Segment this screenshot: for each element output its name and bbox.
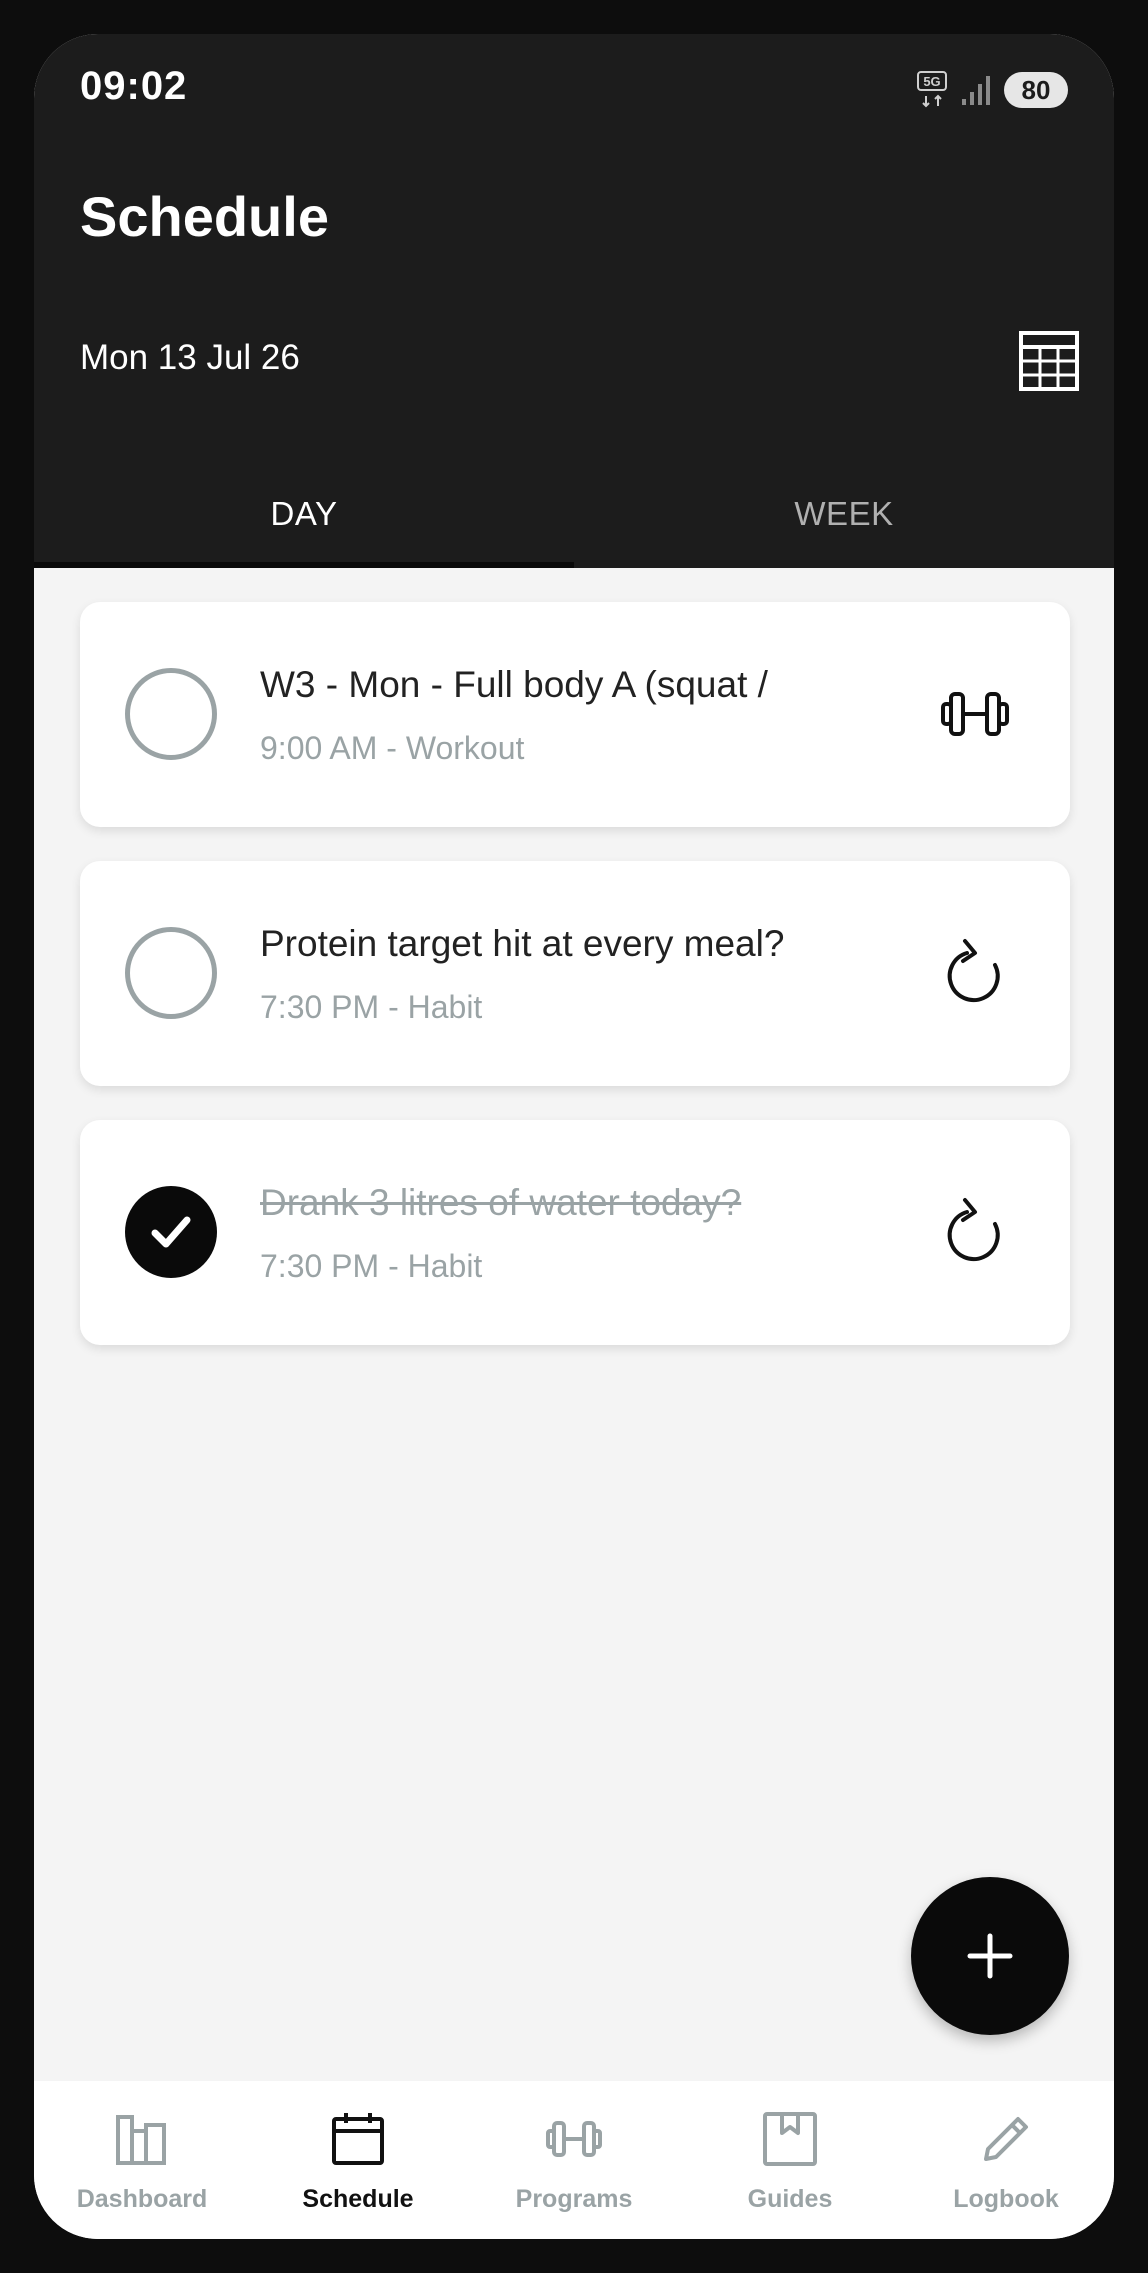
tab-day[interactable]: DAY bbox=[34, 464, 574, 564]
active-tab-indicator bbox=[34, 562, 574, 568]
dumbbell-icon bbox=[941, 692, 1009, 736]
task-checkbox[interactable] bbox=[125, 668, 217, 760]
task-title: W3 - Mon - Full body A (squat / bbox=[260, 664, 768, 705]
task-title: Drank 3 litres of water today? bbox=[260, 1182, 742, 1223]
nav-label: Dashboard bbox=[76, 2185, 208, 2213]
network-5g-icon: 5G bbox=[917, 71, 947, 108]
pencil-icon bbox=[984, 2117, 1028, 2161]
repeat-icon bbox=[947, 939, 1000, 1003]
nav-item-guides[interactable]: Guides bbox=[682, 2081, 898, 2239]
nav-item-programs[interactable]: Programs bbox=[466, 2081, 682, 2239]
battery-indicator: 80 bbox=[1004, 72, 1068, 108]
nav-item-logbook[interactable]: Logbook bbox=[898, 2081, 1114, 2239]
network-label: 5G bbox=[923, 74, 940, 89]
task-card[interactable]: W3 - Mon - Full body A (squat / 9:00 AM … bbox=[80, 602, 1070, 827]
status-time: 09:02 bbox=[80, 64, 188, 108]
dashboard-icon bbox=[116, 2115, 166, 2165]
bottom-navigation: Dashboard Schedule Programs Guides Logbo… bbox=[34, 2081, 1114, 2239]
repeat-icon bbox=[947, 1198, 1000, 1262]
dumbbell-icon bbox=[546, 2121, 602, 2157]
task-subtitle: 7:30 PM - Habit bbox=[260, 989, 483, 1025]
task-checkbox-checked[interactable] bbox=[125, 1186, 217, 1278]
guides-icon bbox=[763, 2112, 817, 2166]
checkmark-icon bbox=[151, 1216, 191, 1248]
signal-icon bbox=[962, 76, 990, 105]
nav-label: Schedule bbox=[302, 2185, 414, 2213]
status-indicators: 5G 80 bbox=[916, 70, 1068, 110]
nav-label: Logbook bbox=[953, 2185, 1059, 2213]
nav-label: Programs bbox=[515, 2185, 633, 2213]
nav-item-schedule[interactable]: Schedule bbox=[250, 2081, 466, 2239]
selected-date[interactable]: Mon 13 Jul 26 bbox=[80, 338, 300, 378]
nav-label: Guides bbox=[747, 2185, 833, 2213]
task-checkbox[interactable] bbox=[125, 927, 217, 1019]
nav-item-dashboard[interactable]: Dashboard bbox=[34, 2081, 250, 2239]
task-subtitle: 9:00 AM - Workout bbox=[260, 730, 525, 766]
tab-week[interactable]: WEEK bbox=[574, 464, 1114, 564]
plus-icon bbox=[967, 1933, 1013, 1979]
calendar-icon bbox=[332, 2113, 384, 2165]
task-card[interactable]: Drank 3 litres of water today? 7:30 PM -… bbox=[80, 1120, 1070, 1345]
app-header: 09:02 5G 80 Schedule Mon 13 Jul 26 DAY W… bbox=[34, 34, 1114, 568]
phone-screen: 09:02 5G 80 Schedule Mon 13 Jul 26 DAY W… bbox=[34, 34, 1114, 2239]
task-title: Protein target hit at every meal? bbox=[260, 923, 785, 964]
task-card[interactable]: Protein target hit at every meal? 7:30 P… bbox=[80, 861, 1070, 1086]
calendar-grid-icon[interactable] bbox=[1018, 330, 1080, 392]
task-subtitle: 7:30 PM - Habit bbox=[260, 1248, 483, 1284]
add-button[interactable] bbox=[911, 1877, 1069, 2035]
page-title: Schedule bbox=[80, 185, 329, 248]
